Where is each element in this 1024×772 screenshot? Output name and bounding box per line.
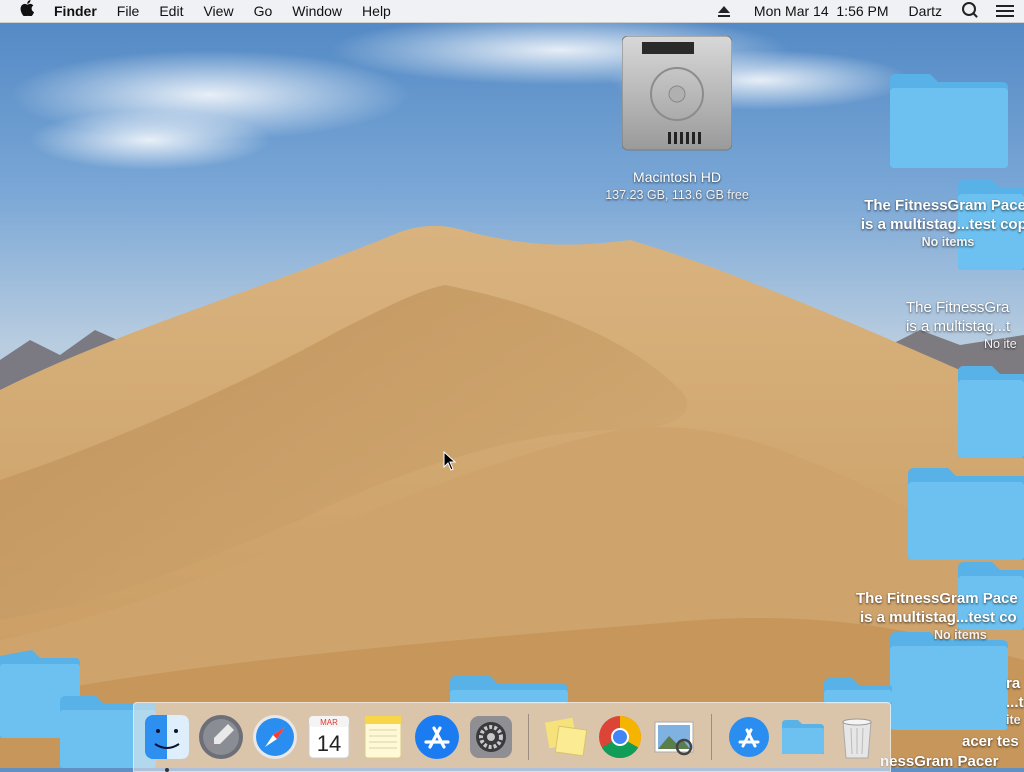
calendar-month: MAR xyxy=(320,718,338,727)
folder-icon[interactable] xyxy=(448,674,570,704)
running-indicator xyxy=(165,768,169,772)
folder-name-line1: The FitnessGram Pacer xyxy=(864,197,1024,214)
folder-info: No items xyxy=(921,235,975,249)
menu-view[interactable]: View xyxy=(193,0,243,22)
folder-name-line2: nessGram Pacer xyxy=(880,753,999,768)
menu-bar: Finder File Edit View Go Window Help Mon… xyxy=(0,0,1024,23)
finder-icon[interactable] xyxy=(144,714,190,772)
folder-name-line1: The FitnessGram Pace xyxy=(856,590,1018,607)
dock-separator xyxy=(711,714,712,760)
desktop-folder-fitnessgram-4[interactable]: ra ...t ite xyxy=(1006,674,1024,728)
folder-name-line1: The FitnessGra xyxy=(906,299,1010,316)
folder-info: ite xyxy=(1006,713,1021,727)
applications-folder-icon[interactable] xyxy=(726,714,772,760)
folder-info: No items xyxy=(934,628,987,642)
apple-menu-icon[interactable] xyxy=(0,0,44,23)
trash-icon[interactable] xyxy=(834,714,880,760)
folder-icon[interactable] xyxy=(888,72,1010,170)
folder-icon[interactable] xyxy=(956,364,1024,460)
notes-icon[interactable] xyxy=(360,714,406,760)
menu-edit[interactable]: Edit xyxy=(149,0,193,22)
app-menu-finder[interactable]: Finder xyxy=(44,0,107,22)
folder-name-line1: ra xyxy=(1006,675,1021,692)
folder-info: No ite xyxy=(984,337,1017,351)
menu-go[interactable]: Go xyxy=(244,0,283,22)
desktop-folder-fitnessgram-3[interactable]: The FitnessGram Pace is a multistag...te… xyxy=(856,589,1024,643)
dock-separator xyxy=(528,714,529,760)
launchpad-icon[interactable] xyxy=(198,714,244,760)
menu-file[interactable]: File xyxy=(107,0,150,22)
app-store-icon[interactable] xyxy=(414,714,460,760)
preview-icon[interactable] xyxy=(651,714,697,760)
menu-window[interactable]: Window xyxy=(282,0,352,22)
folder-icon[interactable] xyxy=(822,676,892,704)
desktop-folder-fitnessgram-5b[interactable]: nessGram Pacer xyxy=(880,752,1024,768)
desktop-folder-fitnessgram-2[interactable]: The FitnessGra is a multistag...t No ite xyxy=(906,298,1024,352)
calendar-day: 14 xyxy=(317,731,341,756)
hard-drive-icon xyxy=(621,35,733,151)
mouse-cursor-icon xyxy=(443,451,457,471)
desktop-folder-fitnessgram-copy[interactable]: The FitnessGram Pacer is a multistag...t… xyxy=(838,196,1024,250)
folder-icon[interactable] xyxy=(888,630,1008,730)
calendar-icon[interactable]: MAR 14 xyxy=(306,714,352,760)
menubar-user[interactable]: Dartz xyxy=(899,0,952,22)
eject-icon[interactable] xyxy=(717,5,730,17)
drive-name: Macintosh HD xyxy=(633,169,721,185)
safari-icon[interactable] xyxy=(252,714,298,760)
folder-name-line2: ...t xyxy=(1006,694,1024,711)
notification-center-icon[interactable] xyxy=(996,5,1014,17)
folder-name-line2: is a multistag...t xyxy=(906,318,1011,335)
dock: MAR 14 xyxy=(133,702,891,772)
stickies-icon[interactable] xyxy=(543,714,589,760)
folder-icon[interactable] xyxy=(906,466,1024,562)
system-preferences-icon[interactable] xyxy=(468,714,514,760)
menubar-clock[interactable]: Mon Mar 14 1:56 PM xyxy=(744,0,899,22)
folder-name-line1: acer tes xyxy=(962,733,1019,750)
folder-name-line2: is a multistag...test copy xyxy=(860,216,1024,233)
downloads-folder-icon[interactable] xyxy=(780,714,826,760)
menu-help[interactable]: Help xyxy=(352,0,401,22)
chrome-icon[interactable] xyxy=(597,714,643,760)
spotlight-search-icon[interactable] xyxy=(962,2,976,16)
desktop-drive-macintosh-hd[interactable]: Macintosh HD 137.23 GB, 113.6 GB free xyxy=(587,35,767,203)
drive-info: 137.23 GB, 113.6 GB free xyxy=(605,188,749,202)
desktop-wallpaper xyxy=(0,0,1024,768)
folder-name-line2: is a multistag...test co xyxy=(860,609,1017,626)
